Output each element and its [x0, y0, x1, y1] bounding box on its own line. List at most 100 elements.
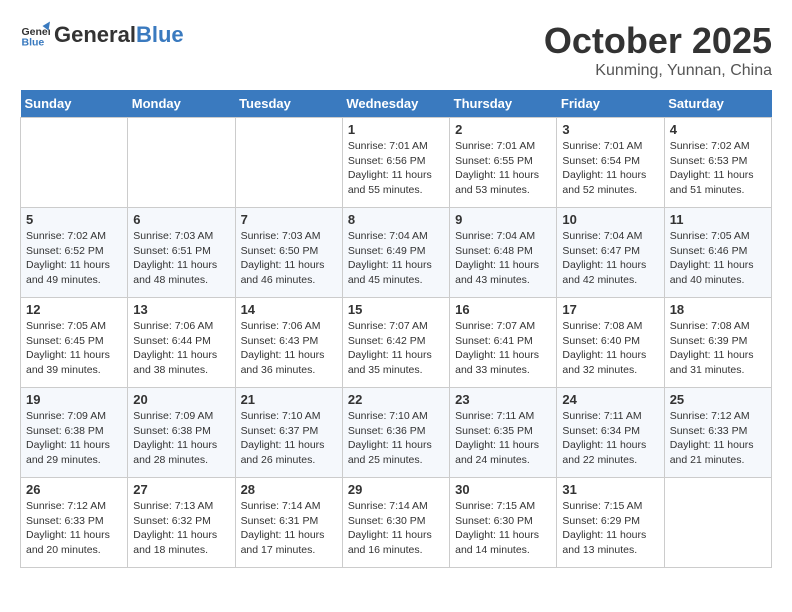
day-info: Sunrise: 7:14 AMSunset: 6:30 PMDaylight:… — [348, 499, 444, 558]
calendar-cell: 1 Sunrise: 7:01 AMSunset: 6:56 PMDaylight… — [342, 118, 449, 208]
location: Kunming, Yunnan, China — [544, 62, 772, 80]
weekday-header-row: SundayMondayTuesdayWednesdayThursdayFrid… — [21, 90, 772, 118]
day-info: Sunrise: 7:15 AMSunset: 6:29 PMDaylight:… — [562, 499, 658, 558]
day-number: 14 — [241, 302, 337, 317]
calendar-cell: 31 Sunrise: 7:15 AMSunset: 6:29 PMDayligh… — [557, 478, 664, 568]
calendar-week-2: 5Sunrise: 7:02 AMSunset: 6:52 PMDaylight… — [21, 208, 772, 298]
day-info: Sunrise: 7:09 AMSunset: 6:38 PMDaylight:… — [26, 409, 122, 468]
day-info: Sunrise: 7:03 AMSunset: 6:50 PMDaylight:… — [241, 229, 337, 288]
calendar-cell: 21 Sunrise: 7:10 AMSunset: 6:37 PMDayligh… — [235, 388, 342, 478]
day-number: 24 — [562, 392, 658, 407]
day-number: 17 — [562, 302, 658, 317]
calendar-cell: 25 Sunrise: 7:12 AMSunset: 6:33 PMDayligh… — [664, 388, 771, 478]
day-info: Sunrise: 7:08 AMSunset: 6:40 PMDaylight:… — [562, 319, 658, 378]
day-info: Sunrise: 7:12 AMSunset: 6:33 PMDaylight:… — [26, 499, 122, 558]
day-info: Sunrise: 7:02 AMSunset: 6:53 PMDaylight:… — [670, 139, 766, 198]
calendar-cell: 19 Sunrise: 7:09 AMSunset: 6:38 PMDayligh… — [21, 388, 128, 478]
day-info: Sunrise: 7:08 AMSunset: 6:39 PMDaylight:… — [670, 319, 766, 378]
logo-text: GeneralBlue — [54, 23, 184, 47]
calendar-cell: 27 Sunrise: 7:13 AMSunset: 6:32 PMDayligh… — [128, 478, 235, 568]
calendar-week-4: 19 Sunrise: 7:09 AMSunset: 6:38 PMDayligh… — [21, 388, 772, 478]
day-info: Sunrise: 7:01 AMSunset: 6:54 PMDaylight:… — [562, 139, 658, 198]
day-number: 6 — [133, 212, 229, 227]
calendar-cell: 15 Sunrise: 7:07 AMSunset: 6:42 PMDayligh… — [342, 298, 449, 388]
calendar-cell — [128, 118, 235, 208]
day-number: 1 — [348, 122, 444, 137]
day-info: Sunrise: 7:01 AMSunset: 6:55 PMDaylight:… — [455, 139, 551, 198]
calendar-cell: 2Sunrise: 7:01 AMSunset: 6:55 PMDaylight… — [450, 118, 557, 208]
day-number: 15 — [348, 302, 444, 317]
calendar-cell: 3 Sunrise: 7:01 AMSunset: 6:54 PMDaylight… — [557, 118, 664, 208]
calendar-cell: 16 Sunrise: 7:07 AMSunset: 6:41 PMDayligh… — [450, 298, 557, 388]
day-number: 31 — [562, 482, 658, 497]
calendar-cell: 26Sunrise: 7:12 AMSunset: 6:33 PMDayligh… — [21, 478, 128, 568]
calendar-cell: 10 Sunrise: 7:04 AMSunset: 6:47 PMDayligh… — [557, 208, 664, 298]
day-number: 29 — [348, 482, 444, 497]
day-info: Sunrise: 7:12 AMSunset: 6:33 PMDaylight:… — [670, 409, 766, 468]
calendar-cell: 20Sunrise: 7:09 AMSunset: 6:38 PMDayligh… — [128, 388, 235, 478]
day-number: 25 — [670, 392, 766, 407]
day-number: 12 — [26, 302, 122, 317]
day-info: Sunrise: 7:04 AMSunset: 6:47 PMDaylight:… — [562, 229, 658, 288]
calendar-cell: 18Sunrise: 7:08 AMSunset: 6:39 PMDayligh… — [664, 298, 771, 388]
day-number: 28 — [241, 482, 337, 497]
calendar-cell — [664, 478, 771, 568]
day-info: Sunrise: 7:04 AMSunset: 6:48 PMDaylight:… — [455, 229, 551, 288]
day-info: Sunrise: 7:13 AMSunset: 6:32 PMDaylight:… — [133, 499, 229, 558]
calendar-cell — [21, 118, 128, 208]
day-info: Sunrise: 7:09 AMSunset: 6:38 PMDaylight:… — [133, 409, 229, 468]
calendar-table: SundayMondayTuesdayWednesdayThursdayFrid… — [20, 90, 772, 568]
day-number: 5 — [26, 212, 122, 227]
day-info: Sunrise: 7:05 AMSunset: 6:45 PMDaylight:… — [26, 319, 122, 378]
calendar-cell: 5Sunrise: 7:02 AMSunset: 6:52 PMDaylight… — [21, 208, 128, 298]
calendar-cell: 8 Sunrise: 7:04 AMSunset: 6:49 PMDaylight… — [342, 208, 449, 298]
day-number: 22 — [348, 392, 444, 407]
weekday-header-sunday: Sunday — [21, 90, 128, 118]
day-number: 3 — [562, 122, 658, 137]
day-number: 7 — [241, 212, 337, 227]
weekday-header-saturday: Saturday — [664, 90, 771, 118]
weekday-header-friday: Friday — [557, 90, 664, 118]
day-info: Sunrise: 7:06 AMSunset: 6:43 PMDaylight:… — [241, 319, 337, 378]
weekday-header-tuesday: Tuesday — [235, 90, 342, 118]
calendar-cell: 22 Sunrise: 7:10 AMSunset: 6:36 PMDayligh… — [342, 388, 449, 478]
day-info: Sunrise: 7:14 AMSunset: 6:31 PMDaylight:… — [241, 499, 337, 558]
day-info: Sunrise: 7:04 AMSunset: 6:49 PMDaylight:… — [348, 229, 444, 288]
day-number: 8 — [348, 212, 444, 227]
calendar-cell: 12 Sunrise: 7:05 AMSunset: 6:45 PMDayligh… — [21, 298, 128, 388]
month-title: October 2025 — [544, 20, 772, 62]
weekday-header-thursday: Thursday — [450, 90, 557, 118]
logo: General Blue GeneralBlue — [20, 20, 184, 50]
calendar-cell: 9 Sunrise: 7:04 AMSunset: 6:48 PMDaylight… — [450, 208, 557, 298]
day-info: Sunrise: 7:03 AMSunset: 6:51 PMDaylight:… — [133, 229, 229, 288]
calendar-cell: 17 Sunrise: 7:08 AMSunset: 6:40 PMDayligh… — [557, 298, 664, 388]
day-info: Sunrise: 7:06 AMSunset: 6:44 PMDaylight:… — [133, 319, 229, 378]
calendar-cell: 6 Sunrise: 7:03 AMSunset: 6:51 PMDaylight… — [128, 208, 235, 298]
day-number: 19 — [26, 392, 122, 407]
day-number: 4 — [670, 122, 766, 137]
day-number: 11 — [670, 212, 766, 227]
calendar-cell: 23Sunrise: 7:11 AMSunset: 6:35 PMDayligh… — [450, 388, 557, 478]
day-number: 9 — [455, 212, 551, 227]
calendar-cell: 7 Sunrise: 7:03 AMSunset: 6:50 PMDaylight… — [235, 208, 342, 298]
page-header: General Blue GeneralBlue October 2025 Ku… — [20, 20, 772, 80]
day-info: Sunrise: 7:15 AMSunset: 6:30 PMDaylight:… — [455, 499, 551, 558]
day-info: Sunrise: 7:07 AMSunset: 6:41 PMDaylight:… — [455, 319, 551, 378]
day-info: Sunrise: 7:01 AMSunset: 6:56 PMDaylight:… — [348, 139, 444, 198]
day-number: 30 — [455, 482, 551, 497]
day-info: Sunrise: 7:07 AMSunset: 6:42 PMDaylight:… — [348, 319, 444, 378]
day-number: 21 — [241, 392, 337, 407]
calendar-cell: 11Sunrise: 7:05 AMSunset: 6:46 PMDayligh… — [664, 208, 771, 298]
weekday-header-wednesday: Wednesday — [342, 90, 449, 118]
logo-icon: General Blue — [20, 20, 50, 50]
day-info: Sunrise: 7:10 AMSunset: 6:37 PMDaylight:… — [241, 409, 337, 468]
day-number: 13 — [133, 302, 229, 317]
calendar-cell: 13 Sunrise: 7:06 AMSunset: 6:44 PMDayligh… — [128, 298, 235, 388]
day-info: Sunrise: 7:10 AMSunset: 6:36 PMDaylight:… — [348, 409, 444, 468]
day-number: 16 — [455, 302, 551, 317]
day-number: 10 — [562, 212, 658, 227]
day-info: Sunrise: 7:11 AMSunset: 6:34 PMDaylight:… — [562, 409, 658, 468]
weekday-header-monday: Monday — [128, 90, 235, 118]
day-number: 27 — [133, 482, 229, 497]
calendar-cell: 4 Sunrise: 7:02 AMSunset: 6:53 PMDaylight… — [664, 118, 771, 208]
